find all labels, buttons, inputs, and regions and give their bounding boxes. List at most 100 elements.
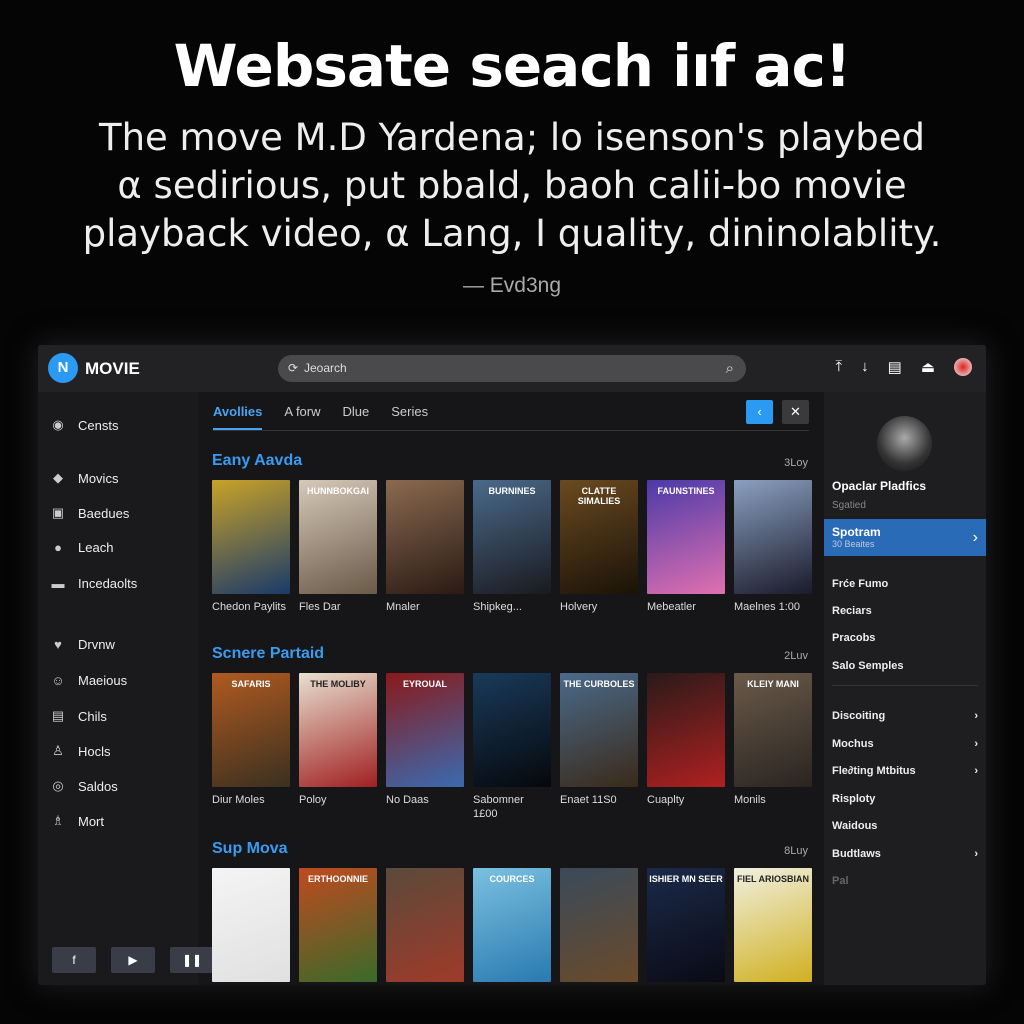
movie-card[interactable]: [386, 868, 464, 982]
movie-poster[interactable]: THE CURBOLES: [560, 673, 638, 787]
movie-card[interactable]: Maelnes 1:00: [734, 480, 812, 614]
right-item[interactable]: Discoiting ›: [832, 710, 978, 722]
movie-poster[interactable]: [212, 868, 290, 982]
movie-poster[interactable]: [212, 480, 290, 594]
sidebar-item-1[interactable]: ◆ Movics: [50, 470, 118, 486]
download-icon[interactable]: ↓: [861, 358, 869, 376]
attribution: — Evd3ng: [462, 274, 562, 297]
sidebar: ◉ Censts ◆ Movics ▣ Baedues ● Leach ▬ Incedaolts ♥…: [38, 392, 214, 985]
sidebar-item-6[interactable]: ☺ Maeious: [50, 673, 127, 688]
right-item[interactable]: Salo Semples: [832, 660, 978, 672]
right-item[interactable]: Mochus ›: [832, 738, 978, 750]
sidebar-item-2[interactable]: ▣ Baedues: [50, 505, 129, 521]
movie-card[interactable]: Mnaler: [386, 480, 464, 614]
movie-card[interactable]: [560, 868, 638, 982]
movie-card[interactable]: CLATTE SIMALIES Holvery: [560, 480, 638, 614]
right-item[interactable]: Reciars: [832, 605, 978, 617]
selected-title: Spotram: [832, 525, 881, 539]
close-button[interactable]: ✕: [782, 400, 809, 424]
sidebar-item-7[interactable]: ▤ Chils: [50, 708, 107, 724]
movie-row: Chedon Paylits HUNNBOKGAI Fles Dar Mnaler BU…: [212, 480, 812, 614]
movie-card[interactable]: Sabomner 1£00: [473, 673, 551, 821]
main-content: Avollies A forw Dlue Series ‹ ✕ Eany Aavda 3…: [198, 392, 822, 985]
movie-card[interactable]: FIEL ARIOSBIAN: [734, 868, 812, 982]
profile-avatar[interactable]: [877, 416, 932, 471]
tab-divider: [213, 430, 809, 431]
right-item[interactable]: Risploty: [832, 793, 978, 805]
movie-poster[interactable]: SAFARIS: [212, 673, 290, 787]
right-item[interactable]: Frće Fumo: [832, 578, 978, 590]
movie-card[interactable]: HUNNBOKGAI Fles Dar: [299, 480, 377, 614]
movie-card[interactable]: EYROUAL No Daas: [386, 673, 464, 821]
sidebar-item-4[interactable]: ▬ Incedaolts: [50, 576, 138, 591]
selected-sub: 30 Beaites: [832, 539, 875, 549]
right-item-label: Risploty: [832, 793, 876, 805]
movie-card[interactable]: ISHIER MN SEER: [647, 868, 725, 982]
right-item[interactable]: Waidous: [832, 820, 978, 832]
sidebar-item-label: Mort: [78, 813, 104, 829]
movie-poster[interactable]: [560, 868, 638, 982]
movie-poster[interactable]: [734, 480, 812, 594]
tab-0[interactable]: Avollies: [213, 404, 263, 430]
movie-poster[interactable]: FIEL ARIOSBIAN: [734, 868, 812, 982]
movie-card[interactable]: Chedon Paylits: [212, 480, 290, 614]
movie-card[interactable]: KLEIY MANI Monils: [734, 673, 812, 821]
right-item-label: Discoiting: [832, 710, 886, 722]
tab-3[interactable]: Series: [391, 404, 428, 430]
section-count[interactable]: 2Luv: [784, 650, 808, 662]
cast-icon[interactable]: ⏏: [921, 358, 935, 376]
right-item-label: Mochus: [832, 738, 874, 750]
right-item[interactable]: Fle∂ting Mtbitus ›: [832, 765, 978, 777]
sidebar-item-5[interactable]: ♥ Drvnw: [50, 637, 115, 652]
right-item[interactable]: Pracobs: [832, 632, 978, 644]
app-window: N MOVIE ⟳ Jeoarch ⌕ ⤒ ↓ ▤ ⏏ ◉ Censts ◆ Movi…: [38, 345, 986, 985]
tab-1[interactable]: A forw: [284, 404, 320, 430]
movie-poster[interactable]: COURCES: [473, 868, 551, 982]
movie-poster[interactable]: CLATTE SIMALIES: [560, 480, 638, 594]
movie-card[interactable]: FAUNSTINES Mebeatler: [647, 480, 725, 614]
search-icon[interactable]: ⌕: [726, 355, 734, 382]
right-item[interactable]: Budtlaws ›: [832, 848, 978, 860]
tab-2[interactable]: Dlue: [343, 404, 370, 430]
section-count[interactable]: 8Luy: [784, 845, 808, 857]
movie-poster[interactable]: FAUNSTINES: [647, 480, 725, 594]
facebook-button[interactable]: f: [52, 947, 96, 973]
sidebar-item-10[interactable]: ♗ Mort: [50, 813, 104, 829]
sidebar-icon: ♗: [52, 813, 64, 828]
back-button[interactable]: ‹: [746, 400, 773, 424]
sidebar-item-3[interactable]: ● Leach: [50, 540, 113, 555]
movie-poster[interactable]: ERTHOONNIE: [299, 868, 377, 982]
movie-card[interactable]: [212, 868, 290, 982]
right-item[interactable]: Pal: [832, 875, 978, 887]
search-input[interactable]: ⟳ Jeoarch ⌕: [278, 355, 746, 382]
avatar[interactable]: [954, 358, 972, 376]
movie-poster[interactable]: [386, 480, 464, 594]
movie-card[interactable]: ERTHOONNIE: [299, 868, 377, 982]
movie-card[interactable]: BURNINES Shipkeg...: [473, 480, 551, 614]
movie-card[interactable]: THE MOLIBY Poloy: [299, 673, 377, 821]
upload-icon[interactable]: ⤒: [835, 358, 842, 376]
movie-poster[interactable]: EYROUAL: [386, 673, 464, 787]
movie-card[interactable]: COURCES: [473, 868, 551, 982]
sidebar-item-8[interactable]: ♙ Hocls: [50, 743, 110, 759]
movie-poster[interactable]: [473, 673, 551, 787]
movie-poster[interactable]: [386, 868, 464, 982]
sidebar-item-0[interactable]: ◉ Censts: [50, 417, 118, 433]
movie-row: SAFARIS Diur Moles THE MOLIBY Poloy EYROUAL N…: [212, 673, 812, 821]
movie-poster[interactable]: HUNNBOKGAI: [299, 480, 377, 594]
movie-card[interactable]: Cuaplty: [647, 673, 725, 821]
movie-poster[interactable]: KLEIY MANI: [734, 673, 812, 787]
movie-card[interactable]: THE CURBOLES Enaet 11S0: [560, 673, 638, 821]
movie-poster[interactable]: [647, 673, 725, 787]
logo[interactable]: N: [48, 353, 78, 383]
section-title: Scnere Partaid: [212, 645, 325, 662]
list-icon[interactable]: ▤: [888, 358, 902, 376]
movie-poster[interactable]: ISHIER MN SEER: [647, 868, 725, 982]
selected-item[interactable]: Spotram 30 Beaites ›: [824, 519, 986, 556]
play-button[interactable]: ▶: [111, 947, 155, 973]
movie-card[interactable]: SAFARIS Diur Moles: [212, 673, 290, 821]
movie-poster[interactable]: BURNINES: [473, 480, 551, 594]
sidebar-item-9[interactable]: ◎ Saldos: [50, 778, 117, 794]
section-count[interactable]: 3Loy: [784, 457, 808, 469]
movie-poster[interactable]: THE MOLIBY: [299, 673, 377, 787]
